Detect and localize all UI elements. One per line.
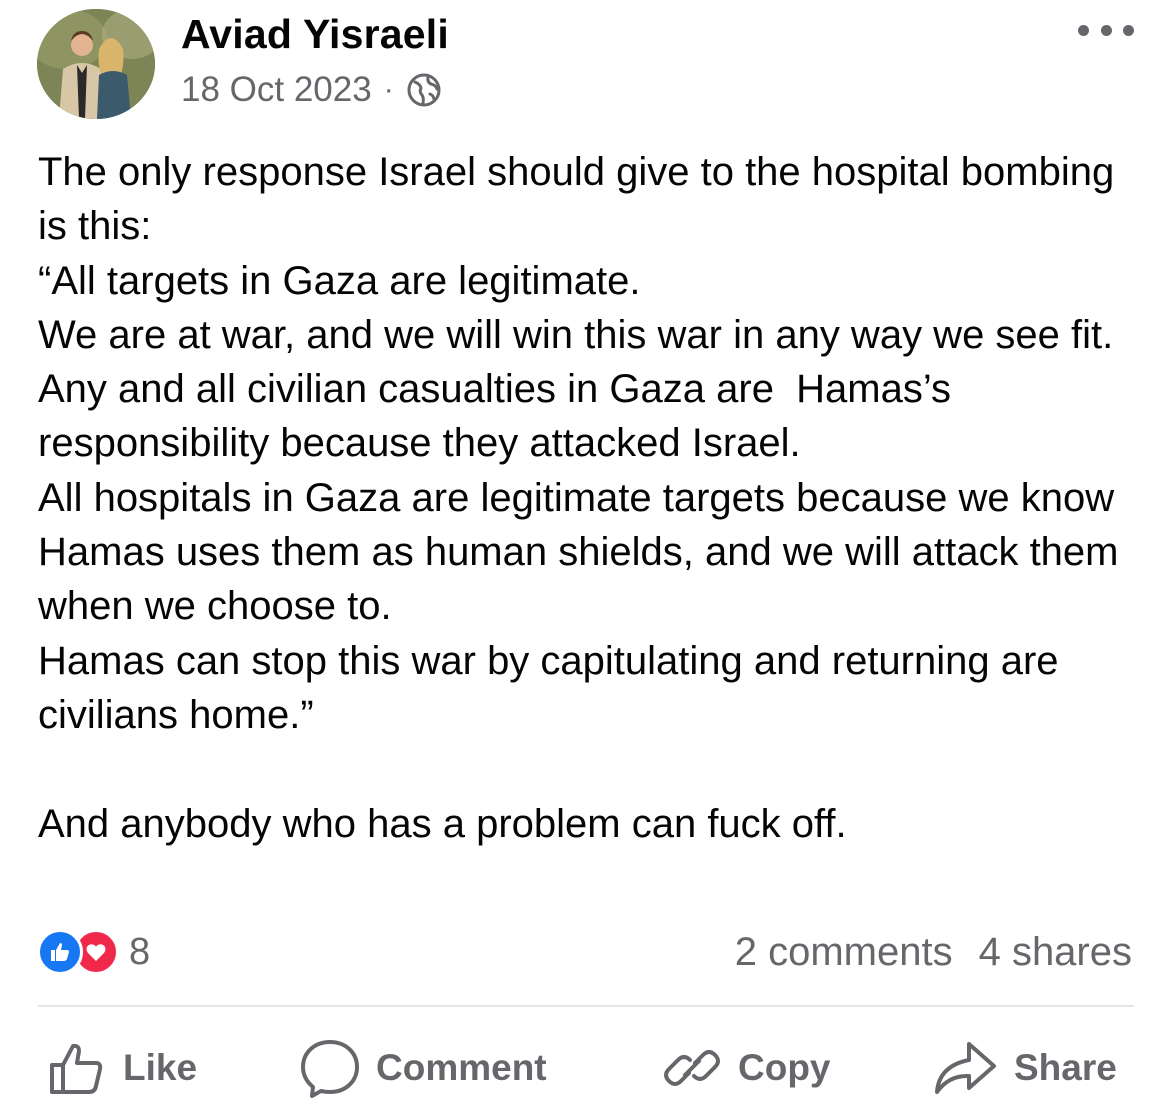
- comment-label: Comment: [376, 1047, 547, 1088]
- post-meta: 18 Oct 2023 ·: [181, 70, 442, 110]
- like-label: Like: [123, 1047, 198, 1088]
- thumbs-up-icon: [50, 1043, 103, 1094]
- copy-label: Copy: [738, 1047, 831, 1088]
- post-date[interactable]: 18 Oct 2023: [181, 70, 372, 110]
- shares-count-link[interactable]: 4 shares: [979, 930, 1132, 975]
- avatar-photo: [37, 9, 155, 119]
- meta-separator: ·: [383, 73, 394, 106]
- more-dot-icon: [1078, 24, 1089, 36]
- like-button[interactable]: Like: [47, 1040, 197, 1096]
- engagement-stats: 2 comments 4 shares: [735, 927, 1132, 977]
- comment-button[interactable]: Comment: [300, 1040, 547, 1098]
- more-dot-icon: [1100, 24, 1112, 36]
- share-label: Share: [1014, 1047, 1117, 1088]
- reaction-count: 8: [129, 930, 151, 973]
- action-divider: [38, 1005, 1134, 1007]
- share-button[interactable]: Share: [932, 1040, 1117, 1096]
- post-text: The only response Israel should give to …: [38, 150, 1119, 846]
- share-arrow-icon: [935, 1042, 996, 1094]
- author-name[interactable]: Aviad Yisraeli: [181, 11, 449, 58]
- author-avatar[interactable]: [37, 9, 155, 119]
- globe-icon: [406, 72, 442, 108]
- copy-button[interactable]: Copy: [662, 1040, 831, 1096]
- more-options-button[interactable]: [1078, 18, 1134, 42]
- like-reaction-icon: [37, 929, 83, 975]
- link-icon: [664, 1050, 720, 1086]
- comment-bubble-icon: [301, 1040, 359, 1098]
- reactions-summary[interactable]: 8: [37, 927, 150, 977]
- facebook-post: Aviad Yisraeli 18 Oct 2023 · The only re…: [0, 0, 1170, 1119]
- comments-count-link[interactable]: 2 comments: [735, 930, 953, 975]
- more-dot-icon: [1123, 24, 1134, 36]
